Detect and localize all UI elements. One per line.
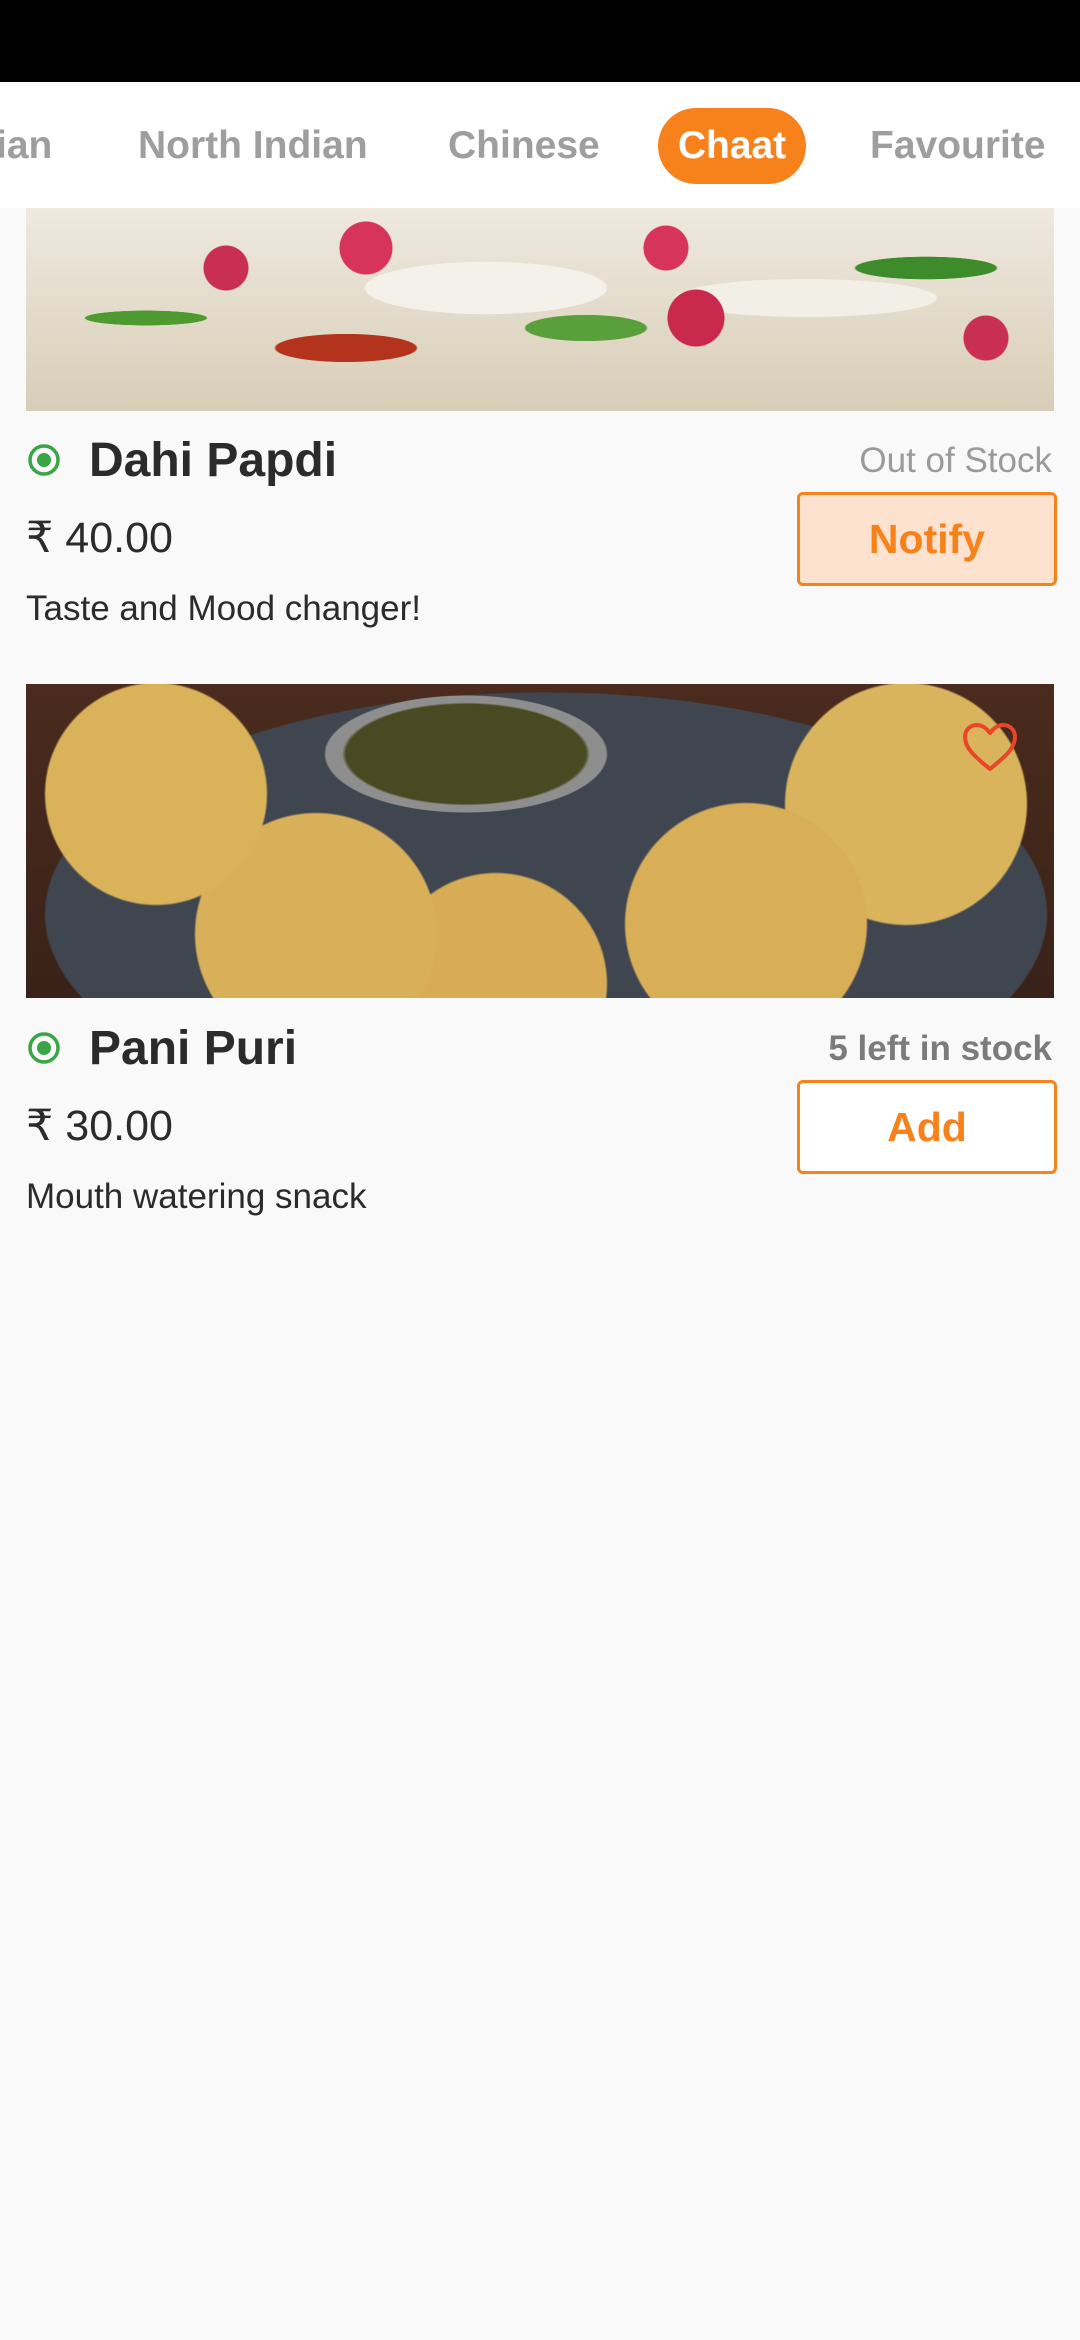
veg-indicator-icon xyxy=(28,1032,60,1064)
tab-north-indian[interactable]: North Indian xyxy=(138,108,368,184)
dahi-papdi-image xyxy=(26,208,1054,411)
status-bar xyxy=(0,0,1080,82)
stock-status: Out of Stock xyxy=(859,441,1052,480)
category-tab-bar[interactable]: ian North Indian Chinese Chaat Favourite xyxy=(0,82,1080,208)
add-button[interactable]: Add xyxy=(797,1080,1057,1174)
item-name: Dahi Papdi xyxy=(89,434,338,487)
item-price: ₹ 40.00 xyxy=(26,514,173,562)
notify-button[interactable]: Notify xyxy=(797,492,1057,586)
heart-icon[interactable] xyxy=(962,722,1018,774)
item-description: Mouth watering snack xyxy=(26,1177,367,1216)
item-name: Pani Puri xyxy=(89,1022,298,1075)
tab-favourite[interactable]: Favourite xyxy=(870,108,1046,184)
tab-chinese[interactable]: Chinese xyxy=(448,108,600,184)
item-price: ₹ 30.00 xyxy=(26,1102,173,1150)
pani-puri-image xyxy=(26,684,1054,998)
tab-chaat[interactable]: Chaat xyxy=(658,108,806,184)
stock-status: 5 left in stock xyxy=(828,1029,1052,1068)
tab-indian[interactable]: ian xyxy=(0,108,52,184)
item-description: Taste and Mood changer! xyxy=(26,589,421,628)
veg-indicator-icon xyxy=(28,444,60,476)
